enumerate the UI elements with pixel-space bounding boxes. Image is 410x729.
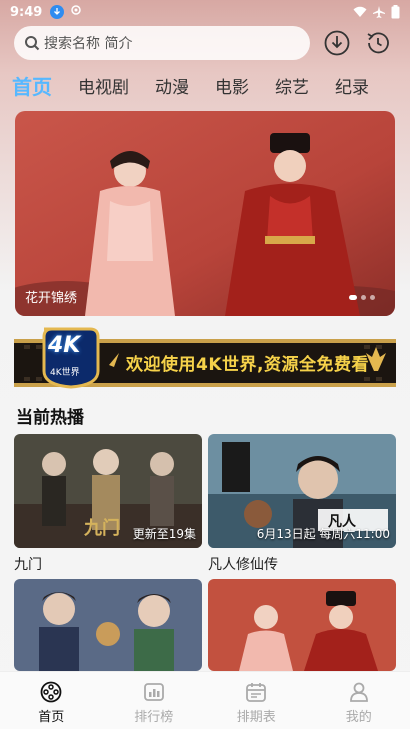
nav-home-label: 首页 bbox=[38, 710, 65, 725]
download-notification-icon bbox=[50, 5, 65, 19]
battery-icon bbox=[391, 5, 400, 19]
show-poster: 九门 更新至19集 bbox=[14, 434, 202, 548]
promo-badge-text: 4K bbox=[48, 333, 81, 358]
tab-movie[interactable]: 电影 bbox=[215, 73, 249, 98]
ranking-icon bbox=[143, 683, 164, 701]
tab-tv[interactable]: 电视剧 bbox=[78, 73, 129, 98]
nav-profile[interactable]: 我的 bbox=[308, 672, 410, 729]
search-placeholder: 搜索名称 简介 bbox=[44, 36, 133, 52]
banner-image bbox=[15, 111, 395, 316]
bottom-nav: 首页 排行榜 排期表 我的 bbox=[0, 671, 410, 729]
show-title: 九门 bbox=[14, 557, 42, 573]
schedule-status: 6月13日起 每周六11:00 bbox=[256, 527, 390, 541]
tab-home[interactable]: 首页 bbox=[12, 71, 52, 100]
status-icons bbox=[353, 5, 400, 19]
search-row: 搜索名称 简介 bbox=[14, 26, 396, 60]
banner-pagination bbox=[349, 295, 375, 300]
section-title: 当前热播 bbox=[16, 408, 84, 428]
search-icon bbox=[25, 36, 40, 51]
profile-icon bbox=[349, 682, 368, 702]
status-bar: 9:49 bbox=[0, 0, 410, 24]
nav-schedule[interactable]: 排期表 bbox=[205, 672, 308, 729]
tab-anime[interactable]: 动漫 bbox=[155, 73, 189, 98]
show-card[interactable] bbox=[208, 579, 396, 671]
promo-badge-caption: 4K世界 bbox=[50, 368, 80, 378]
category-tabs: 首页 电视剧 动漫 电影 综艺 纪录 bbox=[0, 70, 410, 100]
banner-dot bbox=[370, 295, 375, 300]
wifi-icon bbox=[353, 6, 367, 17]
nav-home[interactable]: 首页 bbox=[0, 672, 103, 729]
episode-status: 更新至19集 bbox=[132, 527, 196, 541]
promo-banner[interactable]: 4K 4K世界 欢迎使用4K世界,资源全免费看 bbox=[14, 325, 396, 389]
history-icon[interactable] bbox=[364, 29, 392, 57]
status-time: 9:49 bbox=[10, 4, 43, 20]
show-title: 凡人修仙传 bbox=[208, 557, 278, 573]
nav-profile-label: 我的 bbox=[345, 710, 372, 725]
banner-title: 花开锦绣 bbox=[25, 291, 78, 306]
show-card[interactable]: 凡人 6月13日起 每周六11:00 凡人修仙传 bbox=[208, 434, 396, 574]
download-icon[interactable] bbox=[323, 29, 351, 57]
hero-banner[interactable]: 花开锦绣 bbox=[15, 111, 395, 316]
svg-text:九门: 九门 bbox=[83, 517, 120, 539]
banner-dot bbox=[349, 295, 357, 300]
nav-ranking-label: 排行榜 bbox=[134, 710, 174, 725]
banner-dot bbox=[361, 295, 366, 300]
settings-notification-icon bbox=[70, 4, 82, 20]
tab-variety[interactable]: 综艺 bbox=[275, 73, 309, 98]
nav-schedule-label: 排期表 bbox=[236, 710, 276, 725]
film-reel-icon bbox=[40, 681, 62, 703]
show-poster bbox=[208, 579, 396, 671]
show-card[interactable]: 九门 更新至19集 九门 bbox=[14, 434, 202, 574]
show-poster bbox=[14, 579, 202, 671]
calendar-icon bbox=[246, 683, 267, 702]
tab-documentary[interactable]: 纪录 bbox=[335, 73, 369, 98]
nav-ranking[interactable]: 排行榜 bbox=[103, 672, 206, 729]
airplane-icon bbox=[373, 6, 385, 18]
show-card[interactable] bbox=[14, 579, 202, 671]
promo-message: 欢迎使用4K世界,资源全免费看 bbox=[126, 355, 369, 375]
search-input[interactable]: 搜索名称 简介 bbox=[14, 26, 310, 60]
show-poster: 凡人 6月13日起 每周六11:00 bbox=[208, 434, 396, 548]
